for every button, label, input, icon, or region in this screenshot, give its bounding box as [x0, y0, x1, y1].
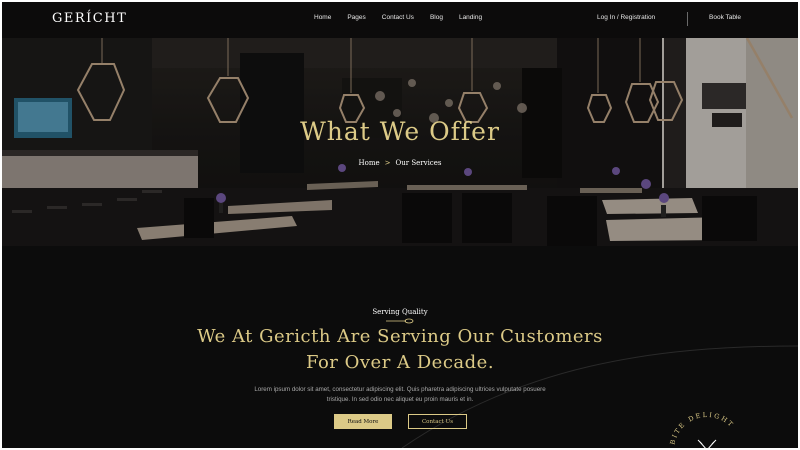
breadcrumb: Home > Our Services	[2, 159, 798, 167]
section-paragraph: Lorem ipsum dolor sit amet, consectetur …	[202, 385, 598, 405]
paragraph-line2: tristique. In sed odio nec aliquet eu pr…	[326, 396, 474, 403]
nav-link-contact[interactable]: Contact Us	[382, 14, 414, 21]
intro-section: Serving Quality We At Gericth Are Servin…	[2, 246, 798, 448]
page-frame: GERÍCHT Home Pages Contact Us Blog Landi…	[2, 2, 798, 448]
nav-link-blog[interactable]: Blog	[430, 14, 443, 21]
logo[interactable]: GERÍCHT	[52, 11, 127, 26]
breadcrumb-current: Our Services	[395, 159, 442, 167]
fork-knife-icon	[697, 439, 717, 448]
book-table-link[interactable]: Book Table	[709, 14, 741, 21]
bite-delight-badge: BITE DELIGHT	[668, 411, 735, 448]
nav-links: Home Pages Contact Us Blog Landing	[314, 14, 482, 21]
section-heading-line2: For Over A Decade.	[305, 352, 495, 373]
hero-banner: What We Offer Home > Our Services	[2, 38, 798, 246]
navbar: GERÍCHT Home Pages Contact Us Blog Landi…	[2, 2, 798, 38]
login-link[interactable]: Log In / Registration	[597, 14, 655, 21]
nav-link-home[interactable]: Home	[314, 14, 331, 21]
nav-link-pages[interactable]: Pages	[347, 14, 365, 21]
paragraph-line1: Lorem ipsum dolor sit amet, consectetur …	[254, 386, 546, 393]
contact-us-button[interactable]: Contact Us	[408, 414, 467, 429]
nav-divider	[687, 12, 688, 26]
breadcrumb-home[interactable]: Home	[359, 159, 380, 167]
nav-link-landing[interactable]: Landing	[459, 14, 482, 21]
read-more-button[interactable]: Read More	[334, 414, 392, 429]
section-subtitle: Serving Quality	[372, 308, 428, 316]
section-heading-line1: We At Gericth Are Serving Our Customers	[197, 326, 603, 347]
svg-text:BITE DELIGHT: BITE DELIGHT	[668, 411, 735, 446]
badge-text: BITE DELIGHT	[668, 411, 733, 446]
hero-title: What We Offer	[300, 117, 500, 146]
breadcrumb-separator: >	[384, 159, 391, 167]
section-heading: We At Gericth Are Serving Our Customers …	[2, 324, 798, 376]
